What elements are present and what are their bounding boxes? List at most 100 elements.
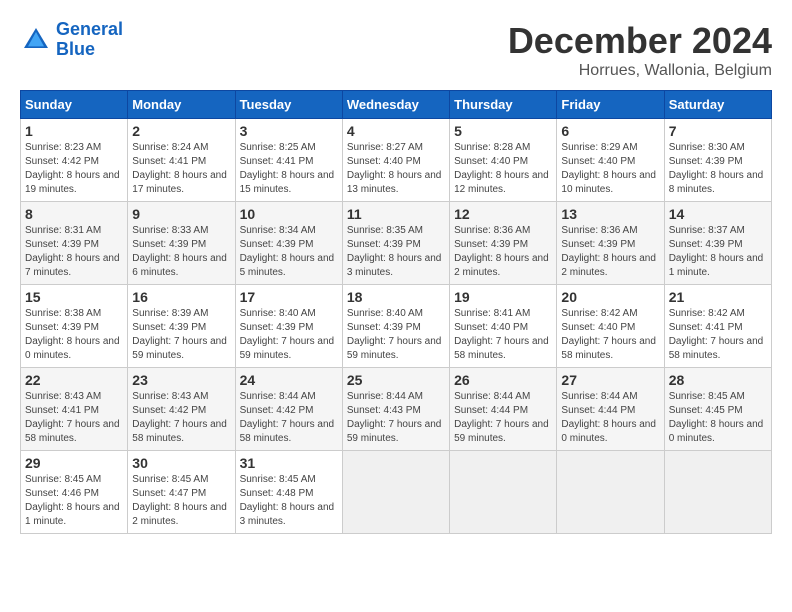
col-header-monday: Monday	[128, 91, 235, 119]
day-number: 28	[669, 372, 767, 388]
day-detail: Sunrise: 8:27 AMSunset: 4:40 PMDaylight:…	[347, 141, 445, 197]
day-detail: Sunrise: 8:40 AMSunset: 4:39 PMDaylight:…	[240, 307, 338, 363]
day-number: 6	[561, 123, 659, 139]
col-header-sunday: Sunday	[21, 91, 128, 119]
day-number: 2	[132, 123, 230, 139]
day-detail: Sunrise: 8:31 AMSunset: 4:39 PMDaylight:…	[25, 224, 123, 280]
calendar-cell: 29Sunrise: 8:45 AMSunset: 4:46 PMDayligh…	[21, 451, 128, 534]
day-detail: Sunrise: 8:33 AMSunset: 4:39 PMDaylight:…	[132, 224, 230, 280]
day-number: 14	[669, 206, 767, 222]
calendar-cell	[450, 451, 557, 534]
calendar-cell: 22Sunrise: 8:43 AMSunset: 4:41 PMDayligh…	[21, 368, 128, 451]
calendar-cell: 17 Sunrise: 8:40 AMSunset: 4:39 PMDayligh…	[235, 285, 342, 368]
day-detail: Sunrise: 8:45 AMSunset: 4:45 PMDaylight:…	[669, 390, 767, 446]
day-number: 31	[240, 455, 338, 471]
calendar-cell	[342, 451, 449, 534]
logo-icon	[20, 24, 52, 56]
day-detail: Sunrise: 8:37 AMSunset: 4:39 PMDaylight:…	[669, 224, 767, 280]
calendar-week-row: 15Sunrise: 8:38 AMSunset: 4:39 PMDayligh…	[21, 285, 772, 368]
day-detail: Sunrise: 8:34 AMSunset: 4:39 PMDaylight:…	[240, 224, 338, 280]
day-detail: Sunrise: 8:35 AMSunset: 4:39 PMDaylight:…	[347, 224, 445, 280]
day-detail: Sunrise: 8:42 AMSunset: 4:40 PMDaylight:…	[561, 307, 659, 363]
calendar-header-row: SundayMondayTuesdayWednesdayThursdayFrid…	[21, 91, 772, 119]
calendar-cell: 24Sunrise: 8:44 AMSunset: 4:42 PMDayligh…	[235, 368, 342, 451]
col-header-thursday: Thursday	[450, 91, 557, 119]
calendar-cell: 16 Sunrise: 8:39 AMSunset: 4:39 PMDayligh…	[128, 285, 235, 368]
calendar-cell: 15Sunrise: 8:38 AMSunset: 4:39 PMDayligh…	[21, 285, 128, 368]
day-detail: Sunrise: 8:43 AMSunset: 4:42 PMDaylight:…	[132, 390, 230, 446]
logo-line1: General	[56, 19, 123, 39]
day-number: 5	[454, 123, 552, 139]
calendar-cell: 11Sunrise: 8:35 AMSunset: 4:39 PMDayligh…	[342, 202, 449, 285]
day-number: 7	[669, 123, 767, 139]
day-detail: Sunrise: 8:42 AMSunset: 4:41 PMDaylight:…	[669, 307, 767, 363]
calendar-cell: 18 Sunrise: 8:40 AMSunset: 4:39 PMDayligh…	[342, 285, 449, 368]
calendar-table: SundayMondayTuesdayWednesdayThursdayFrid…	[20, 90, 772, 534]
day-number: 8	[25, 206, 123, 222]
day-number: 16	[132, 289, 230, 305]
day-number: 3	[240, 123, 338, 139]
day-detail: Sunrise: 8:36 AMSunset: 4:39 PMDaylight:…	[561, 224, 659, 280]
day-detail: Sunrise: 8:45 AMSunset: 4:48 PMDaylight:…	[240, 473, 338, 529]
calendar-cell: 2 Sunrise: 8:24 AMSunset: 4:41 PMDaylight…	[128, 119, 235, 202]
calendar-cell: 10 Sunrise: 8:34 AMSunset: 4:39 PMDayligh…	[235, 202, 342, 285]
day-detail: Sunrise: 8:41 AMSunset: 4:40 PMDaylight:…	[454, 307, 552, 363]
page-header: General Blue December 2024 Horrues, Wall…	[20, 20, 772, 80]
day-detail: Sunrise: 8:39 AMSunset: 4:39 PMDaylight:…	[132, 307, 230, 363]
calendar-week-row: 8 Sunrise: 8:31 AMSunset: 4:39 PMDaylight…	[21, 202, 772, 285]
logo-text: General Blue	[56, 20, 123, 60]
day-number: 9	[132, 206, 230, 222]
day-detail: Sunrise: 8:24 AMSunset: 4:41 PMDaylight:…	[132, 141, 230, 197]
month-title: December 2024	[508, 20, 772, 62]
calendar-cell: 23Sunrise: 8:43 AMSunset: 4:42 PMDayligh…	[128, 368, 235, 451]
day-number: 29	[25, 455, 123, 471]
calendar-cell: 5Sunrise: 8:28 AMSunset: 4:40 PMDaylight…	[450, 119, 557, 202]
day-detail: Sunrise: 8:36 AMSunset: 4:39 PMDaylight:…	[454, 224, 552, 280]
day-detail: Sunrise: 8:44 AMSunset: 4:44 PMDaylight:…	[454, 390, 552, 446]
col-header-friday: Friday	[557, 91, 664, 119]
day-number: 30	[132, 455, 230, 471]
calendar-cell: 30Sunrise: 8:45 AMSunset: 4:47 PMDayligh…	[128, 451, 235, 534]
day-detail: Sunrise: 8:40 AMSunset: 4:39 PMDaylight:…	[347, 307, 445, 363]
day-number: 17	[240, 289, 338, 305]
location-subtitle: Horrues, Wallonia, Belgium	[508, 62, 772, 80]
day-number: 27	[561, 372, 659, 388]
calendar-cell: 20Sunrise: 8:42 AMSunset: 4:40 PMDayligh…	[557, 285, 664, 368]
day-number: 1	[25, 123, 123, 139]
day-number: 13	[561, 206, 659, 222]
day-detail: Sunrise: 8:30 AMSunset: 4:39 PMDaylight:…	[669, 141, 767, 197]
calendar-cell: 25Sunrise: 8:44 AMSunset: 4:43 PMDayligh…	[342, 368, 449, 451]
calendar-week-row: 29Sunrise: 8:45 AMSunset: 4:46 PMDayligh…	[21, 451, 772, 534]
calendar-week-row: 1 Sunrise: 8:23 AMSunset: 4:42 PMDaylight…	[21, 119, 772, 202]
day-detail: Sunrise: 8:44 AMSunset: 4:42 PMDaylight:…	[240, 390, 338, 446]
day-detail: Sunrise: 8:38 AMSunset: 4:39 PMDaylight:…	[25, 307, 123, 363]
title-block: December 2024 Horrues, Wallonia, Belgium	[508, 20, 772, 80]
calendar-cell: 14 Sunrise: 8:37 AMSunset: 4:39 PMDayligh…	[664, 202, 771, 285]
calendar-cell: 4 Sunrise: 8:27 AMSunset: 4:40 PMDaylight…	[342, 119, 449, 202]
calendar-cell: 21Sunrise: 8:42 AMSunset: 4:41 PMDayligh…	[664, 285, 771, 368]
day-number: 19	[454, 289, 552, 305]
day-detail: Sunrise: 8:44 AMSunset: 4:44 PMDaylight:…	[561, 390, 659, 446]
day-detail: Sunrise: 8:25 AMSunset: 4:41 PMDaylight:…	[240, 141, 338, 197]
logo-line2: Blue	[56, 39, 95, 59]
col-header-saturday: Saturday	[664, 91, 771, 119]
day-number: 26	[454, 372, 552, 388]
day-detail: Sunrise: 8:23 AMSunset: 4:42 PMDaylight:…	[25, 141, 123, 197]
calendar-cell	[664, 451, 771, 534]
calendar-cell: 31 Sunrise: 8:45 AMSunset: 4:48 PMDayligh…	[235, 451, 342, 534]
day-number: 4	[347, 123, 445, 139]
day-number: 10	[240, 206, 338, 222]
calendar-cell: 28 Sunrise: 8:45 AMSunset: 4:45 PMDayligh…	[664, 368, 771, 451]
calendar-cell: 3 Sunrise: 8:25 AMSunset: 4:41 PMDaylight…	[235, 119, 342, 202]
day-number: 12	[454, 206, 552, 222]
calendar-cell: 26 Sunrise: 8:44 AMSunset: 4:44 PMDayligh…	[450, 368, 557, 451]
calendar-cell: 1 Sunrise: 8:23 AMSunset: 4:42 PMDaylight…	[21, 119, 128, 202]
calendar-cell: 7 Sunrise: 8:30 AMSunset: 4:39 PMDaylight…	[664, 119, 771, 202]
calendar-cell	[557, 451, 664, 534]
calendar-cell: 19 Sunrise: 8:41 AMSunset: 4:40 PMDayligh…	[450, 285, 557, 368]
calendar-cell: 13 Sunrise: 8:36 AMSunset: 4:39 PMDayligh…	[557, 202, 664, 285]
day-detail: Sunrise: 8:44 AMSunset: 4:43 PMDaylight:…	[347, 390, 445, 446]
col-header-tuesday: Tuesday	[235, 91, 342, 119]
calendar-cell: 27 Sunrise: 8:44 AMSunset: 4:44 PMDayligh…	[557, 368, 664, 451]
day-number: 18	[347, 289, 445, 305]
